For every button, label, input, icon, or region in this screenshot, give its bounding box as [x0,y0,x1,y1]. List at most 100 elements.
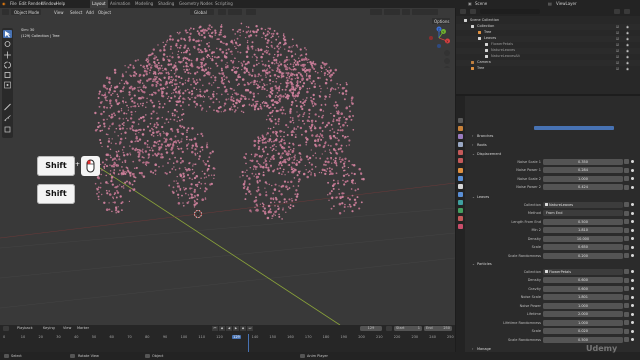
displacement-number-field[interactable]: 0.284 [543,167,623,173]
move-tool-icon[interactable] [3,51,12,59]
menu-edit[interactable]: Edit [19,1,27,6]
visibility-icon[interactable] [370,9,382,15]
menu-help[interactable]: Help [56,1,65,6]
keyframe-icon[interactable] [624,286,629,291]
outliner-row[interactable]: Tree ☑ ◉ [456,66,640,72]
workspace-tab-modeling[interactable]: Modeling [133,0,155,8]
animate-dot-icon[interactable] [631,168,634,172]
proportional-edit-icon[interactable] [246,9,256,15]
workspace-tab-geometry-nodes[interactable]: Geometry Nodes [177,0,215,8]
leaves-number-field[interactable]: 0.500 [543,218,623,225]
animate-dot-icon[interactable] [631,278,634,282]
keyframe-icon[interactable] [624,184,629,190]
displacement-number-field[interactable]: 1.000 [543,175,623,182]
output-tab-icon[interactable] [458,134,463,139]
outliner-editor-icon[interactable] [460,9,466,14]
viewport-menu-select[interactable]: Select [70,10,82,15]
measure-tool-icon[interactable] [3,114,12,122]
leaves-number-field[interactable]: 1.810 [543,227,623,233]
section-roots[interactable]: › Roots [466,141,636,148]
section-leaves[interactable]: ⌄ Leaves [466,193,636,200]
particles-number-field[interactable]: 0.600 [543,277,623,283]
keyframe-icon[interactable] [624,202,629,207]
object-tab-icon[interactable] [458,168,463,173]
annotate-tool-icon[interactable] [3,103,12,111]
new-collection-icon[interactable] [624,9,630,14]
outliner-row[interactable]: Leaves ☑ ◉ [456,36,640,42]
workspace-tab-animation[interactable]: Animation [108,0,132,8]
filter-icon[interactable] [614,9,620,14]
animate-dot-icon[interactable] [631,329,634,333]
animate-dot-icon[interactable] [631,312,634,316]
leaves-collection-picker[interactable]: NatureLeaves [543,201,623,208]
section-branches[interactable]: › Branches [466,132,636,139]
particles-collection-picker[interactable]: FlowerPetals [543,268,623,275]
particles-number-field[interactable]: 1.000 [543,319,623,326]
render-tab-icon[interactable] [458,126,463,131]
scale-tool-icon[interactable] [3,71,12,79]
keyframe-icon[interactable] [624,277,629,283]
transform-tool-icon[interactable] [3,81,12,89]
viewport-menu-object[interactable]: Object [98,10,111,15]
particles-tab-icon[interactable] [458,184,463,189]
editor-type-icon[interactable] [2,9,9,15]
keyframe-icon[interactable] [624,244,629,250]
animate-dot-icon[interactable] [631,185,634,189]
scene-name[interactable]: Scene [475,1,487,6]
displacement-number-field[interactable]: 0.350 [543,158,623,165]
keyframe-icon[interactable] [624,219,629,224]
menu-file[interactable]: File [10,1,17,6]
outliner-row[interactable]: Collection ☑ ◉ [456,24,640,30]
animate-dot-icon[interactable] [631,211,634,215]
viewport-menu-view[interactable]: View [54,10,64,15]
leaves-number-field[interactable]: 0.200 [543,252,623,259]
keyframe-icon[interactable] [624,311,629,317]
shading-modes[interactable] [412,9,438,15]
workspace-tab-layout[interactable]: Layout [90,0,108,8]
view-layer-tab-icon[interactable] [458,142,463,147]
particles-number-field[interactable]: 2.000 [543,311,623,317]
overlays-icon[interactable] [384,9,400,15]
leaves-dropdown[interactable]: From End [543,210,623,216]
keyframe-icon[interactable] [624,253,629,258]
modifiers-tab-icon[interactable] [458,176,463,181]
keyframe-icon[interactable] [624,227,629,233]
keyframe-icon[interactable] [624,337,629,342]
animate-dot-icon[interactable] [631,160,634,163]
texture-tab-icon[interactable] [458,224,463,229]
xray-icon[interactable] [402,9,410,15]
leaves-number-field[interactable]: 0.650 [543,244,623,250]
outliner-row[interactable]: Tree ☑ ◉ [456,30,640,36]
keyframe-icon[interactable] [624,328,629,334]
animate-dot-icon[interactable] [631,203,634,206]
keyframe-icon[interactable] [624,320,629,325]
exclude-checkbox-icon[interactable]: ☑ [616,67,619,73]
section-displacement[interactable]: ⌄ Displacement [466,150,636,157]
tool-tab-icon[interactable] [458,118,463,123]
outliner-row[interactable]: Scene Collection [456,18,640,24]
animate-dot-icon[interactable] [631,245,634,249]
animate-dot-icon[interactable] [631,237,634,240]
data-tab-icon[interactable] [458,208,463,213]
scene-tab-icon[interactable] [458,150,463,155]
partial-slider-field[interactable] [534,126,614,130]
outliner-row[interactable]: NatureLeavesAlt ☑ ◉ [456,54,640,60]
animate-dot-icon[interactable] [631,177,634,180]
animate-dot-icon[interactable] [631,321,634,324]
keyframe-icon[interactable] [624,269,629,274]
keyframe-icon[interactable] [624,210,629,216]
keyframe-icon[interactable] [624,176,629,181]
workspace-tab-shading[interactable]: Shading [156,0,176,8]
keyframe-icon[interactable] [624,167,629,173]
physics-tab-icon[interactable] [458,192,463,197]
material-tab-icon[interactable] [458,216,463,221]
playhead[interactable] [248,334,249,353]
particles-number-field[interactable]: 0.020 [543,328,623,334]
outliner-row[interactable]: FlowerPetals ☑ ◉ [456,42,640,48]
eye-icon[interactable]: ◉ [626,67,629,73]
constraints-tab-icon[interactable] [458,200,463,205]
add-cube-tool-icon[interactable] [3,125,12,133]
particles-number-field[interactable]: 0.500 [543,336,623,343]
animate-dot-icon[interactable] [631,220,634,223]
pivot-icon[interactable] [218,9,226,15]
